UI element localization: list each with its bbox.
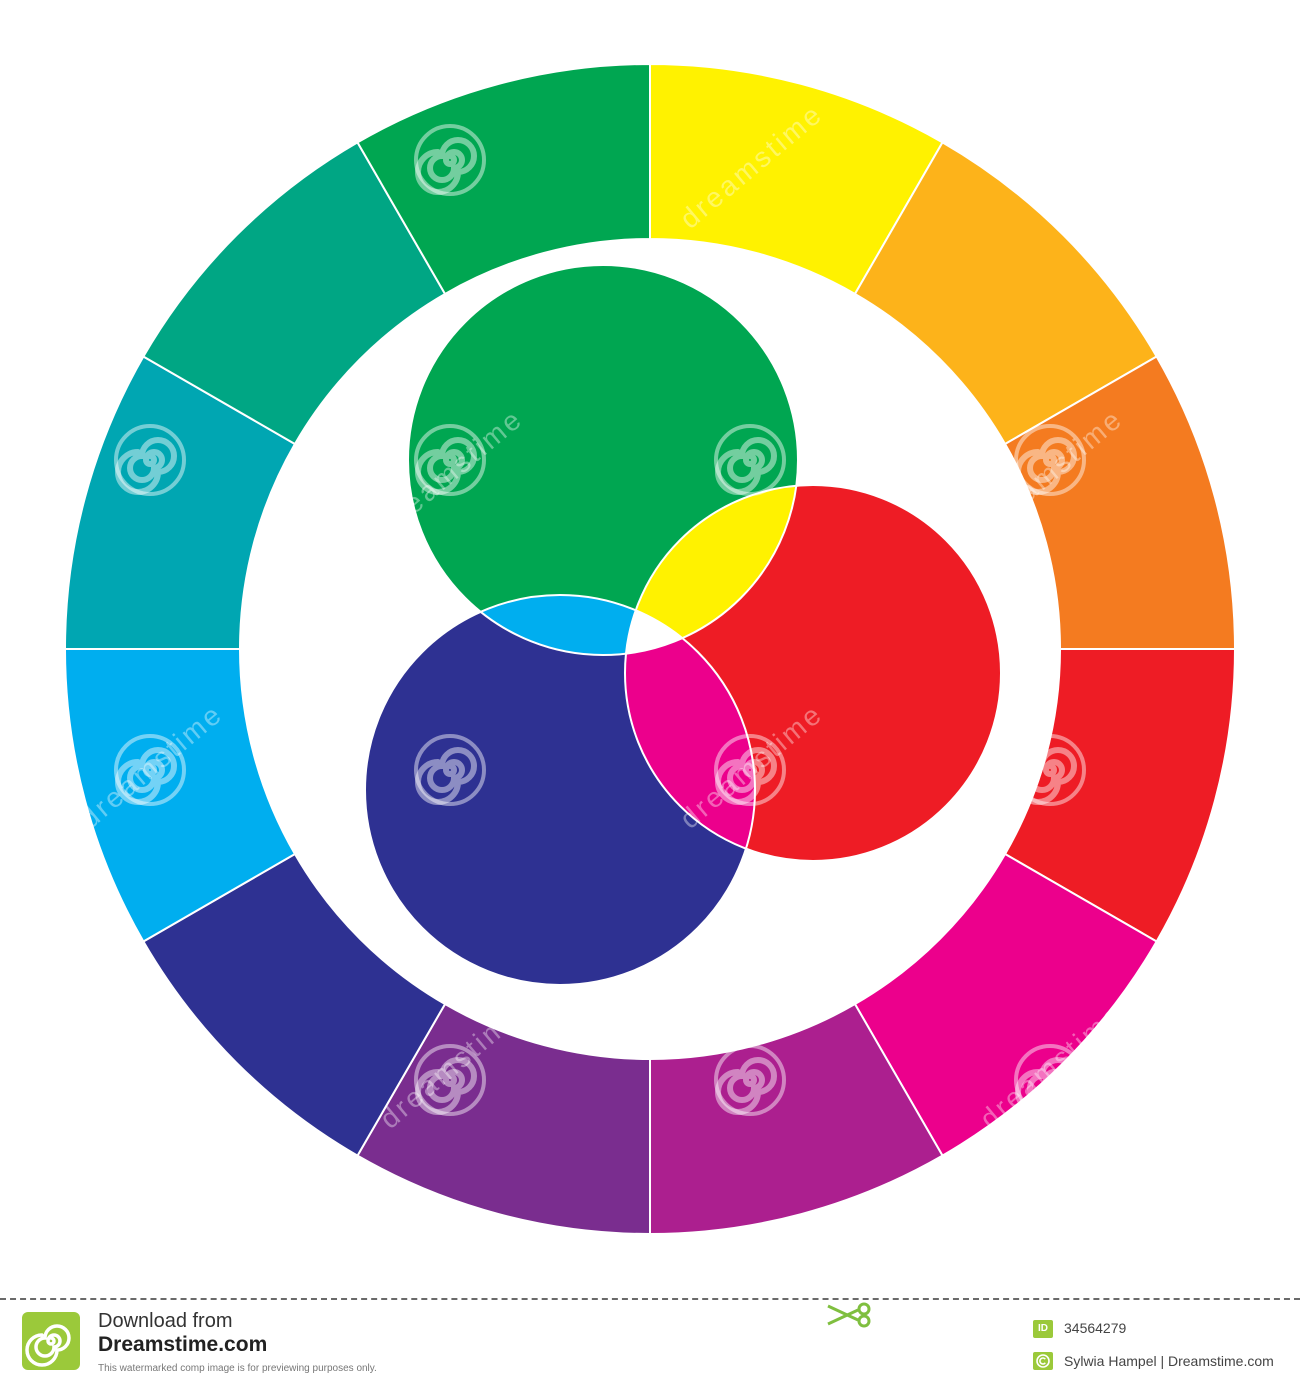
watermark-swirl-icon (114, 1044, 186, 1116)
venn-diagram (364, 264, 1002, 986)
watermark-swirl-icon (1014, 124, 1086, 196)
footer-bar: Download from Dreamstime.com This waterm… (0, 1298, 1300, 1390)
scissors-icon (827, 1302, 871, 1328)
author-credit: Sylwia Hampel | Dreamstime.com (1064, 1353, 1274, 1369)
id-badge: ID (1033, 1320, 1053, 1338)
download-from-label: Download from (98, 1310, 233, 1332)
dreamstime-link[interactable]: Dreamstime.com (98, 1333, 267, 1357)
watermark-text: dreamstime (74, 98, 229, 235)
image-id-number: 34564279 (1064, 1320, 1127, 1336)
watermark-notice: This watermarked comp image is for previ… (98, 1363, 377, 1374)
dreamstime-logo-icon (22, 1312, 80, 1370)
color-wheel-diagram: dreamstimedreamstimedreamstimedreamstime… (63, 62, 1237, 1236)
copyright-icon (1033, 1352, 1053, 1370)
